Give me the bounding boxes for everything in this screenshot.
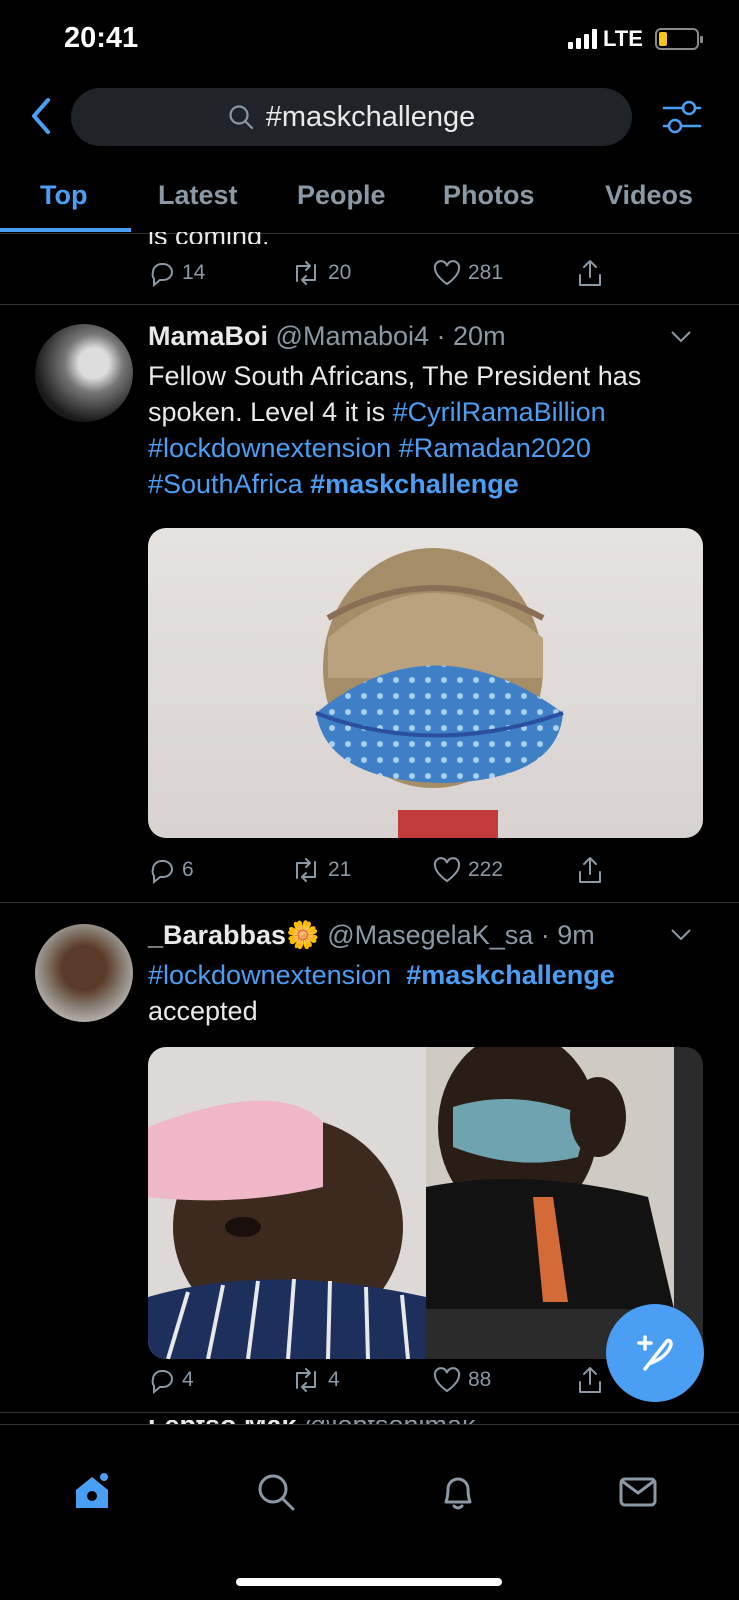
home-icon[interactable]	[72, 1472, 112, 1512]
photo-masked-face	[315, 548, 564, 838]
author-handle[interactable]: @MasegelaK_sa	[327, 920, 533, 950]
status-icons: LTE	[568, 26, 703, 52]
hashtag-link[interactable]: #Ramadan2020	[399, 433, 591, 463]
hashtag-highlight[interactable]: #maskchallenge	[310, 469, 519, 499]
retweet-icon	[296, 1368, 316, 1392]
tab-people[interactable]: People	[297, 180, 386, 211]
retweet-icon	[296, 858, 316, 882]
photo-collage	[148, 1047, 703, 1359]
feather-plus-icon	[637, 1335, 673, 1371]
divider	[0, 304, 739, 305]
share-button[interactable]	[576, 855, 604, 885]
hashtag-highlight[interactable]: #maskchallenge	[406, 960, 615, 990]
status-time: 20:41	[64, 22, 139, 54]
like-button[interactable]: 222	[432, 856, 503, 884]
notifications-bell-icon[interactable]	[438, 1472, 478, 1512]
like-count: 88	[468, 1368, 492, 1391]
author-name[interactable]: MamaBoi	[148, 321, 268, 351]
like-button[interactable]: 281	[432, 259, 503, 287]
tweet-actions: 14 20 281	[0, 258, 739, 288]
avatar[interactable]	[35, 324, 133, 422]
reply-button[interactable]: 14	[148, 259, 205, 287]
divider	[0, 1412, 739, 1413]
tweet-text: #lockdownextension #maskchallenge accept…	[148, 960, 615, 1026]
heart-icon	[433, 260, 461, 286]
tweet-header: MamaBoi @Mamaboi4 · 20m	[148, 321, 506, 351]
share-button[interactable]	[576, 258, 604, 288]
tweet-text-cut: is coming.	[148, 232, 270, 244]
share-button[interactable]	[576, 1365, 604, 1395]
tweet-actions: 6 21 222	[0, 855, 739, 885]
like-count: 281	[468, 261, 504, 284]
compose-tweet-button[interactable]	[606, 1304, 704, 1402]
like-button[interactable]: 88	[432, 1366, 491, 1394]
retweet-button[interactable]: 4	[290, 1366, 340, 1394]
hashtag-link[interactable]: #SouthAfrica	[148, 469, 303, 499]
home-indicator	[236, 1578, 502, 1586]
reply-count: 6	[182, 858, 194, 881]
hashtag-link[interactable]: #CyrilRamaBillion	[393, 397, 606, 427]
active-tab-indicator	[0, 228, 131, 232]
battery-icon	[654, 28, 703, 50]
tab-top[interactable]: Top	[40, 180, 87, 211]
author-emoji: 🌼	[286, 920, 320, 950]
messages-mail-icon[interactable]	[618, 1472, 658, 1512]
tweet-text: Fellow South Africans, The President has…	[148, 361, 642, 499]
network-label: LTE	[603, 26, 643, 51]
like-count: 222	[468, 858, 504, 881]
tweet-time: 9m	[557, 920, 595, 950]
filter-settings-icon[interactable]	[662, 98, 702, 136]
reply-icon	[151, 1370, 173, 1394]
reply-count: 14	[182, 261, 206, 284]
back-icon[interactable]	[26, 96, 56, 136]
reply-count: 4	[182, 1368, 194, 1391]
tweet-image[interactable]	[148, 1047, 703, 1359]
search-input[interactable]: #maskchallenge	[71, 88, 632, 146]
author-name[interactable]: _Barabbas	[148, 920, 286, 950]
retweet-button[interactable]: 21	[290, 856, 351, 884]
divider	[0, 902, 739, 903]
tab-videos[interactable]: Videos	[605, 180, 693, 211]
tweet-time: 20m	[453, 321, 506, 351]
heart-icon	[433, 857, 461, 883]
retweet-count: 4	[328, 1368, 340, 1391]
signal-icon	[568, 29, 597, 49]
chevron-down-icon[interactable]	[670, 330, 692, 344]
search-icon	[229, 105, 253, 130]
chevron-down-icon[interactable]	[670, 928, 692, 942]
avatar[interactable]	[35, 924, 133, 1022]
reply-icon	[151, 860, 173, 884]
retweet-icon	[296, 261, 316, 285]
share-icon	[579, 1367, 601, 1393]
reply-button[interactable]: 6	[148, 856, 194, 884]
hashtag-link[interactable]: #lockdownextension	[148, 433, 391, 463]
share-icon	[579, 260, 601, 286]
tweet-header: _Barabbas🌼 @MasegelaK_sa · 9m	[148, 920, 595, 950]
bottom-navigation	[0, 1424, 739, 1600]
search-icon[interactable]	[256, 1472, 296, 1512]
tab-photos[interactable]: Photos	[443, 180, 535, 211]
tab-latest[interactable]: Latest	[158, 180, 238, 211]
retweet-button[interactable]: 20	[290, 259, 351, 287]
share-icon	[579, 857, 601, 883]
search-query: #maskchallenge	[265, 100, 476, 133]
search-tabs: Top Latest People Photos Videos	[0, 172, 739, 234]
heart-icon	[433, 1367, 461, 1393]
retweet-count: 21	[328, 858, 352, 881]
reply-button[interactable]: 4	[148, 1366, 194, 1394]
tweet-image[interactable]	[148, 528, 703, 838]
retweet-count: 20	[328, 261, 352, 284]
author-handle[interactable]: @Mamaboi4	[276, 321, 429, 351]
hashtag-link[interactable]: #lockdownextension	[148, 960, 391, 990]
reply-icon	[151, 263, 173, 287]
